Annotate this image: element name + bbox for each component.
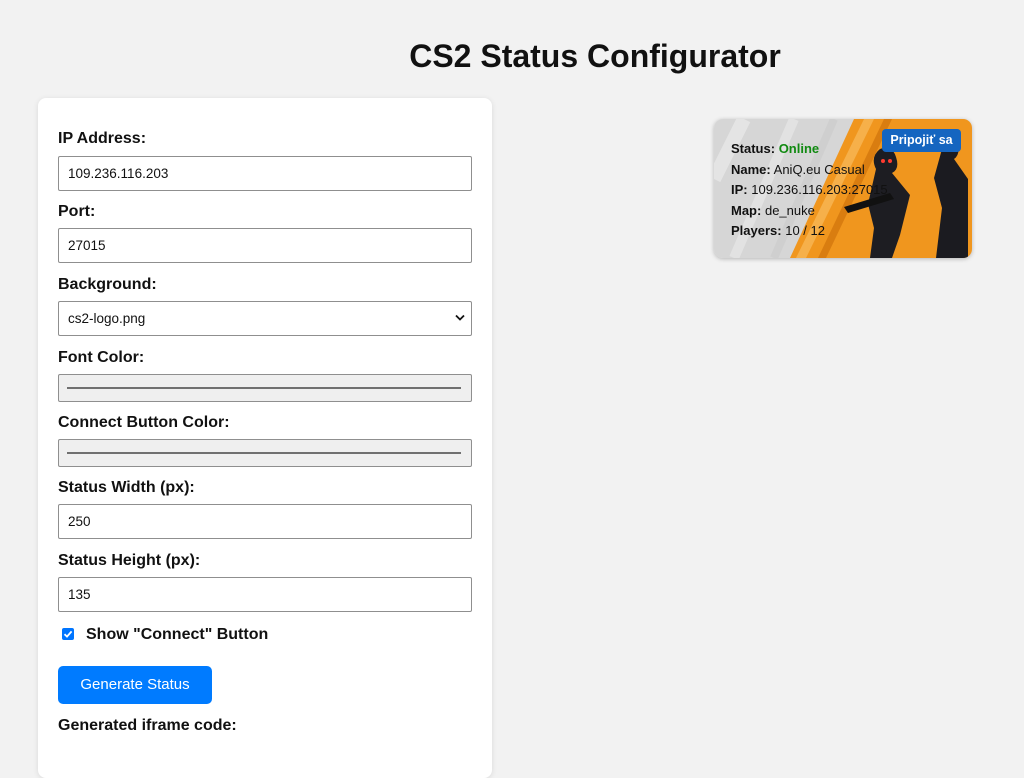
map-value: de_nuke bbox=[764, 202, 815, 218]
config-panel: IP Address: 109.236.116.203 Port: 27015 … bbox=[38, 98, 492, 778]
connect-color-picker[interactable] bbox=[58, 439, 472, 467]
port-label: Port: bbox=[58, 203, 96, 220]
map-key: Map: bbox=[731, 202, 762, 218]
port-input[interactable]: 27015 bbox=[58, 228, 472, 263]
map-line: Map: de_nuke bbox=[731, 201, 888, 222]
chevron-down-icon bbox=[455, 314, 465, 321]
players-line: Players: 10 / 12 bbox=[731, 221, 888, 242]
background-selected-value: cs2-logo.png bbox=[68, 311, 146, 326]
ip-line: IP: 109.236.116.203:27015 bbox=[731, 180, 888, 201]
font-color-swatch bbox=[67, 387, 461, 389]
generate-status-button[interactable]: Generate Status bbox=[58, 666, 212, 704]
name-line: Name: AniQ.eu Casual bbox=[731, 160, 888, 181]
name-value: AniQ.eu Casual bbox=[773, 161, 865, 177]
checkmark-icon bbox=[63, 630, 73, 638]
background-label: Background: bbox=[58, 276, 157, 293]
connect-button[interactable]: Pripojiť sa bbox=[882, 129, 961, 152]
players-value: 10 / 12 bbox=[785, 223, 825, 238]
ip-value: 109.236.116.203:27015 bbox=[751, 182, 888, 197]
players-key: Players: bbox=[731, 223, 782, 238]
width-input[interactable]: 250 bbox=[58, 504, 472, 539]
connect-color-swatch bbox=[67, 452, 461, 454]
background-select[interactable]: cs2-logo.png bbox=[58, 301, 472, 336]
name-key: Name: bbox=[731, 161, 771, 177]
show-connect-checkbox[interactable] bbox=[62, 628, 74, 640]
connect-color-label: Connect Button Color: bbox=[58, 414, 230, 431]
page-title: CS2 Status Configurator bbox=[409, 38, 781, 74]
status-preview-widget: Status: Online Name: AniQ.eu Casual IP: … bbox=[714, 119, 972, 258]
ip-key: IP: bbox=[731, 182, 748, 197]
status-key: Status: bbox=[731, 141, 776, 156]
ip-label: IP Address: bbox=[58, 130, 147, 147]
font-color-picker[interactable] bbox=[58, 374, 472, 402]
height-label: Status Height (px): bbox=[58, 552, 201, 569]
status-info: Status: Online Name: AniQ.eu Casual IP: … bbox=[731, 139, 888, 242]
status-value: Online bbox=[778, 141, 820, 156]
height-input[interactable]: 135 bbox=[58, 577, 472, 612]
show-connect-label: Show "Connect" Button bbox=[86, 626, 269, 643]
font-color-label: Font Color: bbox=[58, 349, 145, 366]
ip-input[interactable]: 109.236.116.203 bbox=[58, 156, 472, 191]
iframe-code-label: Generated iframe code: bbox=[58, 717, 237, 734]
status-line: Status: Online bbox=[731, 139, 888, 160]
width-label: Status Width (px): bbox=[58, 479, 195, 496]
